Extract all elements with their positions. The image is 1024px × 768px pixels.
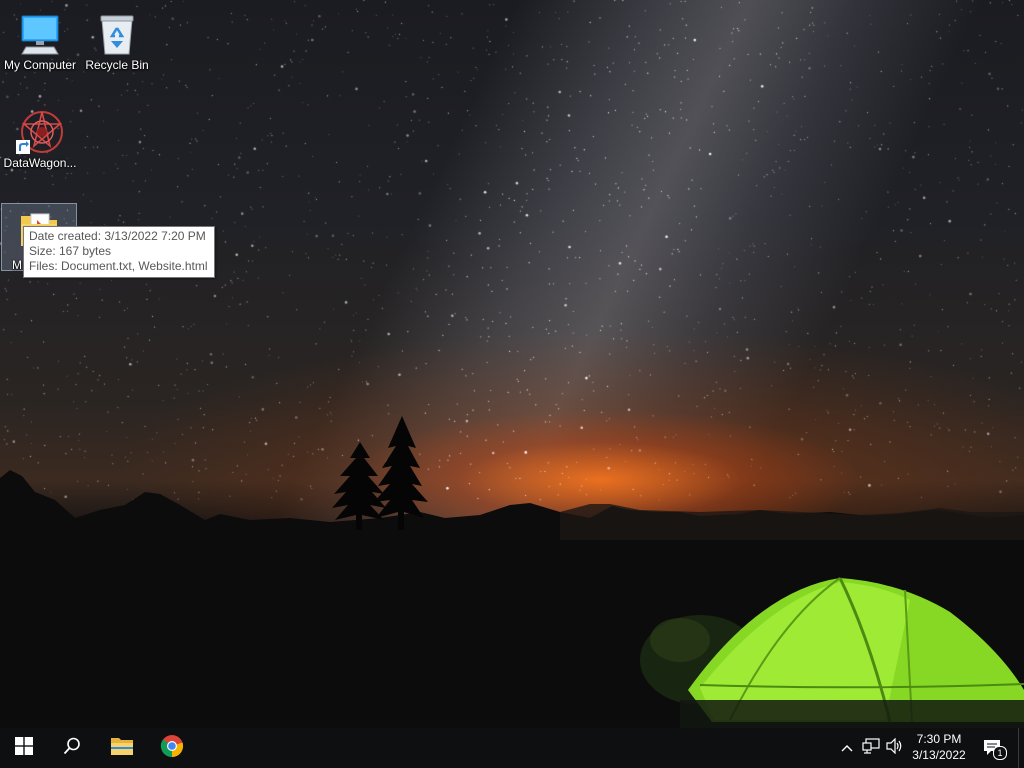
clock-time: 7:30 PM [916,732,962,746]
desktop-icon-datawagon[interactable]: DataWagon... [0,104,80,170]
volume-button[interactable] [884,728,906,768]
file-explorer-icon [110,735,134,762]
desktop-icon-label: DataWagon... [3,156,77,170]
show-hidden-icons-button[interactable] [836,728,858,768]
wallpaper-landscape [0,416,1024,728]
notification-icon: 1 [982,738,1007,760]
desktop[interactable]: My Computer Recycle Bin DataWagon... M D… [0,0,1024,728]
distant-ridge [560,504,1024,540]
chevron-up-icon [841,739,853,757]
computer-icon [16,10,64,58]
clock[interactable]: 7:30 PM 3/13/2022 [906,728,972,768]
chrome-icon [160,734,184,763]
grass [680,700,1024,728]
clock-date: 3/13/2022 [912,748,966,762]
desktop-icon-recycle-bin[interactable]: Recycle Bin [77,6,157,72]
action-center-button[interactable]: 1 [978,728,1008,768]
network-icon [862,737,880,759]
taskbar: 7:30 PM 3/13/2022 1 [0,728,1024,768]
desktop-icon-my-computer[interactable]: My Computer [0,6,80,72]
search-button[interactable] [48,728,96,768]
chrome-button[interactable] [148,728,196,768]
start-button[interactable] [0,728,48,768]
datawagon-shortcut-icon [16,108,64,156]
recycle-bin-icon [93,10,141,58]
tooltip-date-created: Date created: 3/13/2022 7:20 PM [29,229,206,243]
volume-icon [886,737,904,759]
windows-start-icon [15,736,33,760]
desktop-icon-label: My Computer [3,58,77,72]
file-explorer-button[interactable] [98,728,146,768]
notification-count-badge: 1 [993,746,1007,760]
search-icon [63,737,81,760]
tooltip-size: Size: 167 bytes [29,244,112,258]
network-button[interactable] [860,728,882,768]
show-desktop-button[interactable] [1018,728,1024,768]
tooltip-files: Files: Document.txt, Website.html [29,259,208,273]
pine-tree-right [374,416,428,530]
bush [650,618,710,662]
desktop-icon-label: Recycle Bin [85,58,149,72]
folder-tooltip: Date created: 3/13/2022 7:20 PM Size: 16… [23,226,215,278]
